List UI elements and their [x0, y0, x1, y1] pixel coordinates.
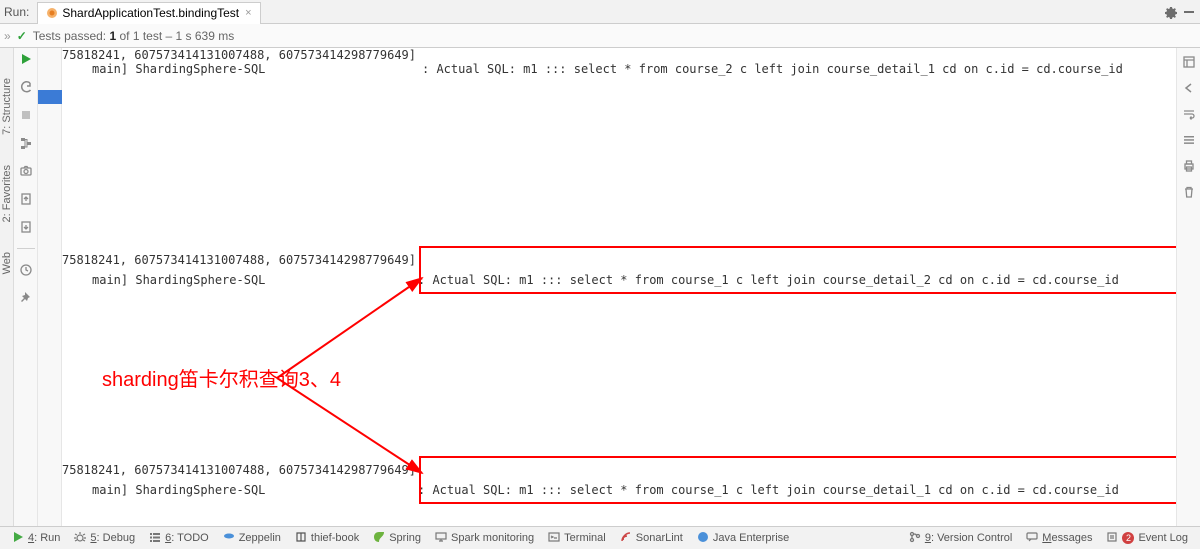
status-tool-bar: 4: Run 5: Debug 6: TODO Zeppelin thief-book S…	[0, 526, 1200, 549]
toolwin-label: 6: TODO	[165, 532, 209, 544]
run-label: Run:	[4, 5, 29, 19]
console-line: : Actual SQL: m1 ::: select * from cours…	[418, 483, 1119, 497]
sonar-icon	[620, 531, 632, 546]
tool-favorites[interactable]: 2: Favorites	[1, 165, 13, 222]
reload-icon[interactable]	[17, 78, 35, 96]
toolwin-label: SonarLint	[636, 532, 683, 544]
zeppelin-icon	[223, 531, 235, 546]
play-icon	[12, 531, 24, 546]
console-output[interactable]: 75818241, 607573414131007488, 6075734142…	[62, 48, 1176, 526]
import-icon[interactable]	[17, 218, 35, 236]
jee-icon	[697, 531, 709, 546]
monitor-icon	[435, 531, 447, 546]
close-icon[interactable]: ×	[245, 7, 251, 19]
camera-icon[interactable]	[17, 162, 35, 180]
rerun-button[interactable]	[17, 50, 35, 68]
test-icon	[46, 7, 58, 19]
toolwin-terminal[interactable]: Terminal	[542, 531, 612, 546]
tool-structure[interactable]: 7: Structure	[1, 78, 13, 135]
gutter-divider	[17, 248, 35, 249]
list-icon	[149, 531, 161, 546]
pin-icon[interactable]	[17, 289, 35, 307]
toolwin-5-debug[interactable]: 5: Debug	[68, 531, 141, 546]
console-line: main] ShardingSphere-SQL	[92, 62, 265, 76]
console-line: main] ShardingSphere-SQL	[92, 273, 265, 287]
badge: 2	[1122, 532, 1134, 544]
annotation-overlay	[62, 48, 1176, 526]
console-line: : Actual SQL: m1 ::: select * from cours…	[418, 273, 1119, 287]
export-icon[interactable]	[17, 190, 35, 208]
run-tab-label: ShardApplicationTest.bindingTest	[62, 6, 239, 20]
toolwin-label: Messages	[1042, 532, 1092, 544]
toolwin-java-enterprise[interactable]: Java Enterprise	[691, 531, 795, 546]
expand-icon[interactable]: »	[4, 29, 11, 43]
toolwin-label: 4: Run	[28, 532, 60, 544]
toolwin-9-version-control[interactable]: 9: Version Control	[903, 531, 1018, 546]
leaf-icon	[373, 531, 385, 546]
toolwin-spring[interactable]: Spring	[367, 531, 427, 546]
left-tool-strip: 7: Structure 2: Favorites Web	[0, 48, 14, 526]
run-gutter	[14, 48, 38, 526]
toolwin-spark-monitoring[interactable]: Spark monitoring	[429, 531, 540, 546]
toolwin-label: 9: Version Control	[925, 532, 1012, 544]
tree-icon[interactable]	[17, 134, 35, 152]
toolwin-thief-book[interactable]: thief-book	[289, 531, 365, 546]
run-gutter-secondary	[38, 48, 62, 526]
selection-marker	[38, 90, 62, 104]
bug-icon	[74, 531, 86, 546]
gear-icon[interactable]	[1162, 4, 1178, 20]
toolwin-label: Terminal	[564, 532, 606, 544]
console-line: main] ShardingSphere-SQL	[92, 483, 265, 497]
hide-icon[interactable]	[1182, 5, 1196, 19]
book-icon	[295, 531, 307, 546]
annotation-text: sharding笛卡尔积查询3、4	[102, 363, 341, 392]
console-line: : Actual SQL: m1 ::: select * from cours…	[422, 62, 1123, 76]
toolwin-label: thief-book	[311, 532, 359, 544]
history-icon[interactable]	[17, 261, 35, 279]
check-icon: ✓	[17, 29, 27, 43]
branch-icon	[909, 531, 921, 546]
toolwin-label: Java Enterprise	[713, 532, 789, 544]
terminal-icon	[548, 531, 560, 546]
menu-icon[interactable]	[1181, 132, 1197, 148]
layout-icon[interactable]	[1181, 54, 1197, 70]
console-line: 75818241, 607573414131007488, 6075734142…	[62, 253, 416, 267]
right-tool-strip	[1176, 48, 1200, 526]
toolwin-label: Spring	[389, 532, 421, 544]
run-tab-binding-test[interactable]: ShardApplicationTest.bindingTest ×	[37, 2, 260, 24]
scroll-left-icon[interactable]	[1181, 80, 1197, 96]
toolwin-label: Zeppelin	[239, 532, 281, 544]
stop-icon[interactable]	[17, 106, 35, 124]
toolwin-sonarlint[interactable]: SonarLint	[614, 531, 689, 546]
toolwin-event-log[interactable]: 2 Event Log	[1100, 531, 1194, 546]
print-icon[interactable]	[1181, 158, 1197, 174]
tool-window-header: Run: ShardApplicationTest.bindingTest ×	[0, 0, 1200, 24]
trash-icon[interactable]	[1181, 184, 1197, 200]
event-icon	[1106, 531, 1118, 546]
toolwin-6-todo[interactable]: 6: TODO	[143, 531, 215, 546]
test-result-bar: » ✓ Tests passed: 1 of 1 test – 1 s 639 …	[0, 24, 1200, 48]
toolwin-zeppelin[interactable]: Zeppelin	[217, 531, 287, 546]
run-tabs: ShardApplicationTest.bindingTest ×	[37, 0, 260, 23]
msg-icon	[1026, 531, 1038, 546]
toolwin-label: 5: Debug	[90, 532, 135, 544]
toolwin-messages[interactable]: Messages	[1020, 531, 1098, 546]
test-pass-text: Tests passed: 1 of 1 test – 1 s 639 ms	[33, 29, 234, 43]
softwrap-icon[interactable]	[1181, 106, 1197, 122]
console-line: 75818241, 607573414131007488, 6075734142…	[62, 48, 416, 62]
console-line: 75818241, 607573414131007488, 6075734142…	[62, 463, 416, 477]
toolwin-label: Spark monitoring	[451, 532, 534, 544]
toolwin-4-run[interactable]: 4: Run	[6, 531, 66, 546]
toolwin-label: Event Log	[1138, 532, 1188, 544]
tool-web[interactable]: Web	[1, 252, 13, 274]
